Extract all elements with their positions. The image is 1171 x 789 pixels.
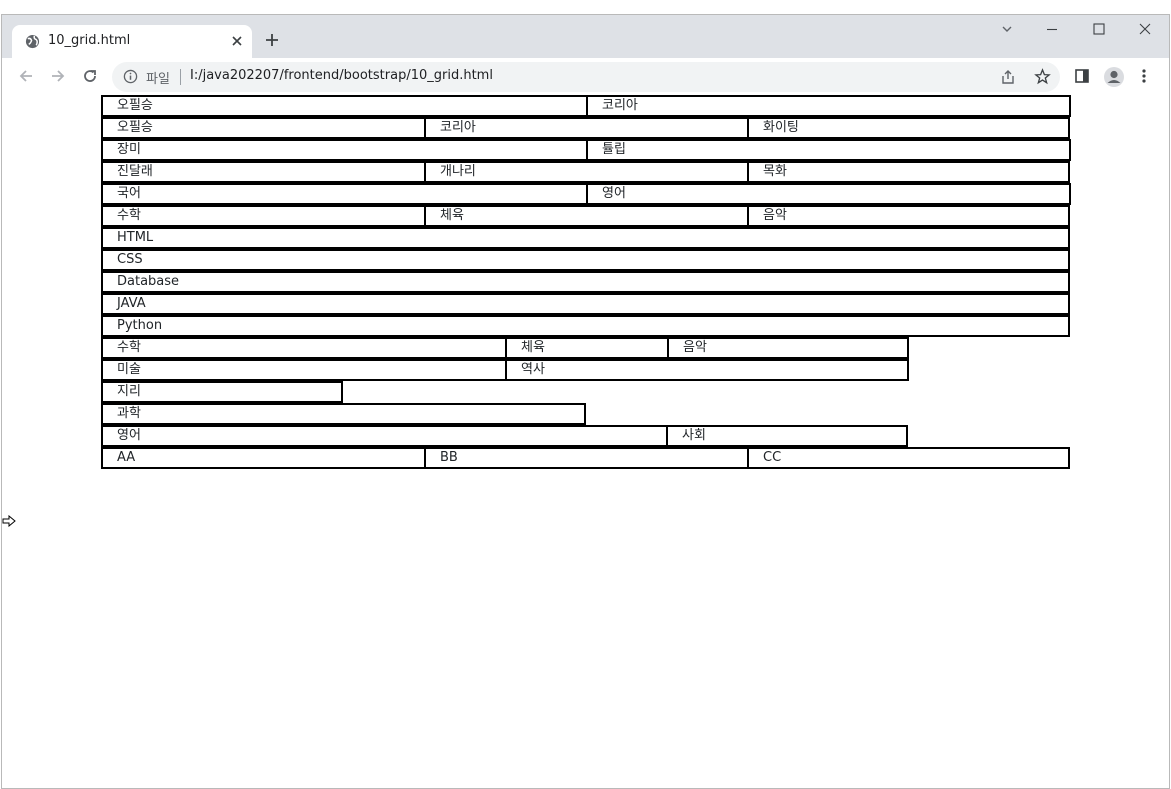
forward-arrow-icon[interactable] <box>49 67 67 85</box>
profile-avatar-icon[interactable] <box>1103 66 1125 88</box>
minimize-icon[interactable] <box>1045 22 1059 36</box>
grid-row: Python <box>101 315 1071 337</box>
grid-row: 과학 <box>101 403 1071 425</box>
grid-cell: 국어 <box>101 183 588 205</box>
browser-toolbar: 파일 I:/java202207/frontend/bootstrap/10_g… <box>2 58 1169 96</box>
grid-row: HTML <box>101 227 1071 249</box>
grid-cell: Database <box>101 271 1070 293</box>
grid-cell: 체육 <box>424 205 749 227</box>
page-viewport: 오필승 코리아 오필승 코리아 화이팅 장미 튤립 진달래 개나리 목화 국어 영어 수학 체육 음악 HTM… <box>2 95 1169 788</box>
new-tab-icon[interactable] <box>264 32 280 48</box>
browser-window: 10_grid.html 파일 I:/java202207/frontend/b… <box>1 14 1170 789</box>
tab-title: 10_grid.html <box>48 33 131 48</box>
grid-row: 지리 <box>101 381 1071 403</box>
grid-cell: 장미 <box>101 139 588 161</box>
grid-container: 오필승 코리아 오필승 코리아 화이팅 장미 튤립 진달래 개나리 목화 국어 영어 수학 체육 음악 HTM… <box>101 95 1071 469</box>
grid-row: 수학 체육 음악 <box>101 205 1071 227</box>
grid-row: 오필승 코리아 <box>101 95 1071 117</box>
maximize-icon[interactable] <box>1092 22 1106 36</box>
back-arrow-icon[interactable] <box>17 67 35 85</box>
grid-cell: HTML <box>101 227 1070 249</box>
grid-row: 진달래 개나리 목화 <box>101 161 1071 183</box>
url-text[interactable]: I:/java202207/frontend/bootstrap/10_grid… <box>190 68 493 83</box>
grid-cell: 영어 <box>101 425 668 447</box>
globe-icon <box>25 34 40 49</box>
grid-cell: 지리 <box>101 381 343 403</box>
grid-row: 오필승 코리아 화이팅 <box>101 117 1071 139</box>
grid-row: Database <box>101 271 1071 293</box>
bookmark-star-icon[interactable] <box>1034 68 1051 85</box>
grid-cell: 수학 <box>101 337 507 359</box>
grid-row: JAVA <box>101 293 1071 315</box>
title-bar: 10_grid.html <box>2 15 1169 58</box>
window-close-icon[interactable] <box>1138 22 1152 36</box>
grid-cell: 영어 <box>586 183 1071 205</box>
grid-cell: CC <box>747 447 1070 469</box>
grid-cell: 음악 <box>667 337 909 359</box>
grid-row: AA BB CC <box>101 447 1071 469</box>
grid-cell: 목화 <box>747 161 1070 183</box>
address-separator <box>180 69 181 85</box>
grid-cell: 미술 <box>101 359 507 381</box>
grid-cell: 코리아 <box>424 117 749 139</box>
tab-10-grid[interactable]: 10_grid.html <box>12 25 252 58</box>
grid-cell: BB <box>424 447 749 469</box>
grid-cell: 수학 <box>101 205 426 227</box>
grid-cell: Python <box>101 315 1070 337</box>
reload-icon[interactable] <box>81 67 99 85</box>
side-panel-icon[interactable] <box>1074 68 1090 84</box>
grid-cell: 과학 <box>101 403 586 425</box>
grid-row: CSS <box>101 249 1071 271</box>
grid-cell: AA <box>101 447 426 469</box>
grid-cell: JAVA <box>101 293 1070 315</box>
more-menu-icon[interactable] <box>1141 68 1147 84</box>
grid-row: 장미 튤립 <box>101 139 1071 161</box>
resize-cursor-icon <box>2 515 16 527</box>
address-bar[interactable]: 파일 I:/java202207/frontend/bootstrap/10_g… <box>112 62 1060 92</box>
grid-cell: 역사 <box>505 359 909 381</box>
grid-cell: 오필승 <box>101 95 588 117</box>
grid-cell: 튤립 <box>586 139 1071 161</box>
grid-row: 미술 역사 <box>101 359 1071 381</box>
grid-cell: 사회 <box>666 425 908 447</box>
tab-search-chevron-down-icon[interactable] <box>1000 22 1014 36</box>
grid-cell: 체육 <box>505 337 669 359</box>
grid-row: 국어 영어 <box>101 183 1071 205</box>
grid-cell: 화이팅 <box>747 117 1070 139</box>
grid-row: 영어 사회 <box>101 425 1071 447</box>
grid-cell: 개나리 <box>424 161 749 183</box>
grid-row: 수학 체육 음악 <box>101 337 1071 359</box>
grid-cell: 코리아 <box>586 95 1071 117</box>
close-tab-icon[interactable] <box>230 34 244 48</box>
url-scheme-label: 파일 <box>146 72 170 87</box>
info-icon[interactable] <box>123 69 138 84</box>
share-icon[interactable] <box>1000 69 1016 85</box>
grid-cell: CSS <box>101 249 1070 271</box>
grid-cell: 진달래 <box>101 161 426 183</box>
grid-cell: 오필승 <box>101 117 426 139</box>
grid-cell: 음악 <box>747 205 1070 227</box>
